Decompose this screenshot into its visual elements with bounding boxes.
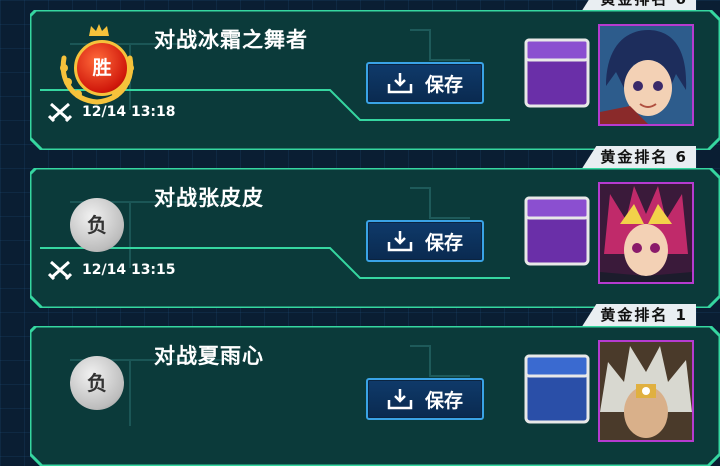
result-label: 负 xyxy=(70,198,124,252)
deck-case-icon xyxy=(524,196,590,266)
win-badge: 胜 xyxy=(52,22,142,112)
save-replay-button[interactable]: 保存 xyxy=(366,220,484,262)
result-label: 胜 xyxy=(74,40,130,96)
duel-history-list: 黄金排名 6 胜 对战冰霜之舞者 保存 xyxy=(0,0,720,466)
result-label: 负 xyxy=(70,356,124,410)
deck-case-icon xyxy=(524,354,590,424)
opponent-title: 对战夏雨心 xyxy=(154,344,264,368)
crown-icon xyxy=(89,24,109,36)
dark-hair-duelist-avatar xyxy=(600,26,692,124)
loss-badge: 负 xyxy=(52,180,142,270)
save-label: 保存 xyxy=(424,389,463,412)
opponent-avatar xyxy=(598,182,694,284)
save-label: 保存 xyxy=(424,231,463,254)
save-label: 保存 xyxy=(424,73,463,96)
duel-meta: 12/14 13:18 xyxy=(48,102,176,122)
crossed-swords-icon xyxy=(48,260,72,280)
download-icon xyxy=(387,231,413,252)
duel-datetime: 12/14 13:15 xyxy=(82,262,176,278)
deck-case-icon xyxy=(524,38,590,108)
duel-record-card[interactable]: 黄金排名 1 负 对战夏雨心 保存 xyxy=(30,304,720,466)
rank-tab: 黄金排名 6 xyxy=(582,146,696,168)
rank-tab: 黄金排名 6 xyxy=(582,0,696,10)
duel-meta: 12/14 13:15 xyxy=(48,260,176,280)
opponent-avatar xyxy=(598,340,694,442)
save-replay-button[interactable]: 保存 xyxy=(366,62,484,104)
duel-record-card[interactable]: 黄金排名 6 负 对战张皮皮 保存 12/14 13:15 xyxy=(30,146,720,308)
opponent-title: 对战冰霜之舞者 xyxy=(154,28,308,52)
duel-datetime: 12/14 13:18 xyxy=(82,104,176,120)
download-icon xyxy=(387,73,413,94)
opponent-avatar xyxy=(598,24,694,126)
white-hair-duelist-avatar xyxy=(600,342,692,440)
rank-tab: 黄金排名 1 xyxy=(582,304,696,326)
duel-record-card[interactable]: 黄金排名 6 胜 对战冰霜之舞者 保存 xyxy=(30,0,720,150)
save-replay-button[interactable]: 保存 xyxy=(366,378,484,420)
spiky-hair-duelist-avatar xyxy=(600,184,692,282)
download-icon xyxy=(387,389,413,410)
crossed-swords-icon xyxy=(48,102,72,122)
loss-badge: 负 xyxy=(52,338,142,428)
opponent-title: 对战张皮皮 xyxy=(154,186,264,210)
